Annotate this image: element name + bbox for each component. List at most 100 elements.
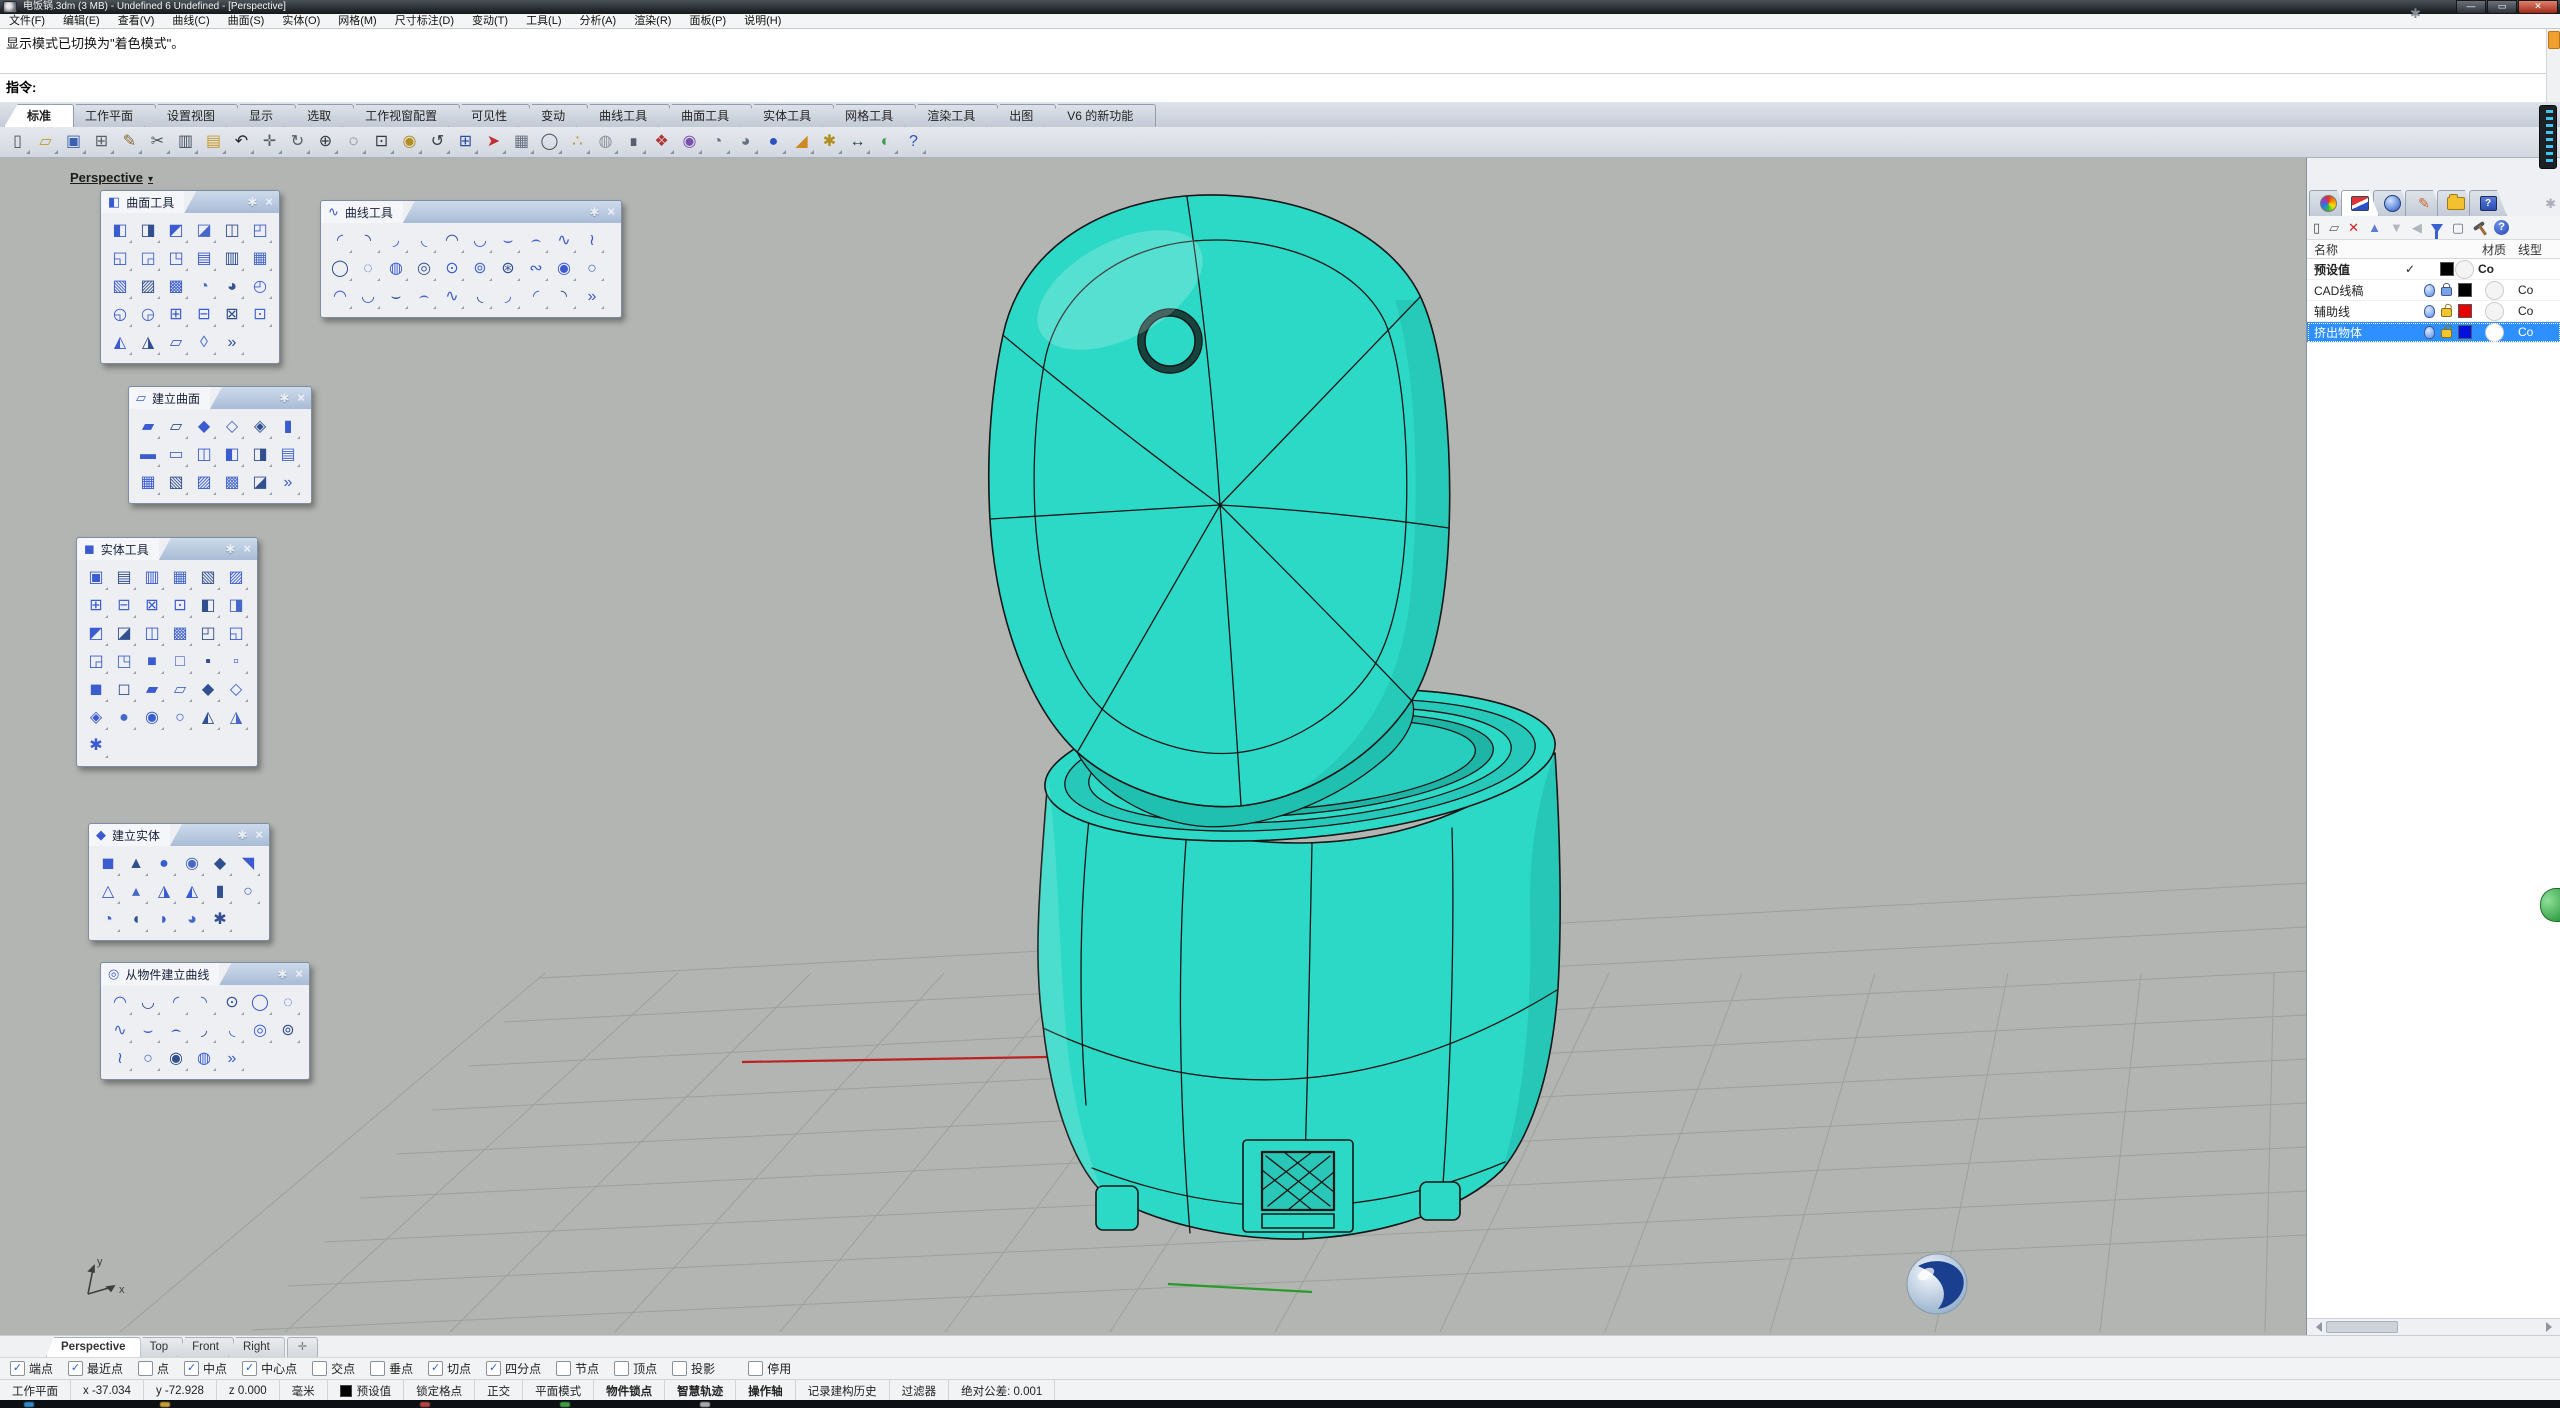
osnap-toggle[interactable]: 点 (138, 1360, 169, 1377)
palette-gear-icon[interactable]: ✱ (279, 391, 289, 405)
curve-tool-button[interactable]: ○ (578, 255, 606, 283)
layer-material-circle[interactable] (2485, 302, 2504, 321)
lock-objects-icon[interactable]: ∎ (620, 129, 647, 155)
curve-tool-button[interactable]: ◞ (494, 283, 522, 311)
rice-cooker-model[interactable] (989, 195, 1562, 1239)
build-surface-tool-button[interactable]: ▩ (218, 469, 246, 497)
build-solid-tool-button[interactable]: ▲ (122, 850, 150, 878)
surface-tool-button[interactable]: ◫ (218, 217, 246, 245)
curve-tool-button[interactable]: ◎ (410, 255, 438, 283)
dimension-icon[interactable]: ↔ (844, 129, 871, 155)
solid-tool-button[interactable]: ◼ (82, 676, 110, 704)
render-earth-icon[interactable]: ◐ (872, 129, 899, 155)
solid-tool-button[interactable]: ◲ (82, 648, 110, 676)
menu-item[interactable]: 工具(L) (517, 14, 570, 28)
solid-tool-button[interactable]: ▰ (138, 676, 166, 704)
solid-tool-button[interactable]: ◧ (194, 592, 222, 620)
palette-gear-icon[interactable]: ✱ (277, 967, 287, 981)
status-cell[interactable]: 毫米 (280, 1380, 328, 1401)
status-cell[interactable]: 平面模式 (523, 1380, 594, 1401)
build-solid-tool-button[interactable]: ◉ (178, 850, 206, 878)
build-solid-tool-button[interactable]: ▮ (206, 878, 234, 906)
menu-item[interactable]: 实体(O) (273, 14, 329, 28)
checkbox-icon[interactable] (428, 1361, 443, 1376)
layer-row[interactable]: CAD线稿 ✓ Co (2307, 280, 2560, 301)
build-solid-tool-button[interactable]: ▴ (122, 878, 150, 906)
solid-tool-button[interactable]: ▱ (166, 676, 194, 704)
solid-tool-button[interactable]: ◮ (222, 704, 250, 732)
osnap-toggle[interactable]: 交点 (312, 1360, 355, 1377)
curve-tool-button[interactable]: ⌢ (522, 227, 550, 255)
menu-item[interactable]: 网格(M) (329, 14, 386, 28)
help-icon[interactable]: ? (900, 129, 927, 155)
surface-tool-button[interactable]: ◲ (134, 245, 162, 273)
solid-tool-button[interactable]: ◇ (222, 676, 250, 704)
curve-tool-button[interactable]: ◝ (354, 227, 382, 255)
curve-tool-button[interactable]: ◝ (550, 283, 578, 311)
solid-tool-button[interactable]: ⊠ (138, 592, 166, 620)
osnap-toggle[interactable]: 最近点 (68, 1360, 123, 1377)
status-cell[interactable]: 工作平面 (0, 1380, 71, 1401)
layer-row[interactable]: 辅助线 ✓ Co (2307, 301, 2560, 322)
solid-tool-button[interactable]: ◫ (138, 620, 166, 648)
status-cell[interactable]: 智慧轨迹 (665, 1380, 736, 1401)
surface-tool-button[interactable]: ◧ (106, 217, 134, 245)
osnap-toggle[interactable]: 端点 (10, 1360, 53, 1377)
status-cell[interactable]: 记录建构历史 (796, 1380, 890, 1401)
command-prompt[interactable]: 指令: (0, 74, 2560, 103)
curve-tool-button[interactable]: ⊚ (466, 255, 494, 283)
menu-item[interactable]: 曲面(S) (219, 14, 274, 28)
layer-row[interactable]: 预设值 ✓ Co (2307, 259, 2560, 280)
surface-tool-button[interactable]: ▥ (218, 245, 246, 273)
curve-tool-button[interactable]: ⌣ (494, 227, 522, 255)
build-solid-tool-button[interactable]: ● (150, 850, 178, 878)
status-cell[interactable]: 正交 (475, 1380, 523, 1401)
build-surface-tool-button[interactable]: ◧ (218, 441, 246, 469)
viewport-tab[interactable]: Right (228, 1337, 285, 1357)
osnap-toggle[interactable]: 中点 (184, 1360, 227, 1377)
build-solid-tool-button[interactable]: ◼ (94, 850, 122, 878)
curve-tool-button[interactable]: ◍ (382, 255, 410, 283)
scroll-left-arrow-icon[interactable] (2311, 1322, 2322, 1332)
curves-from-objects-tool-button[interactable]: ⊙ (218, 989, 246, 1017)
solid-tool-button[interactable]: ⊡ (166, 592, 194, 620)
surface-tool-button[interactable]: ▤ (190, 245, 218, 273)
build-solid-tool-button[interactable]: △ (94, 878, 122, 906)
panel-help-icon[interactable] (2494, 220, 2509, 235)
ribbon-tab[interactable]: 工作平面 (62, 104, 156, 127)
shaded-view-icon[interactable]: ◕ (732, 129, 759, 155)
curve-tool-button[interactable]: ◡ (354, 283, 382, 311)
ribbon-tab[interactable]: 实体工具 (740, 104, 834, 127)
curves-from-objects-tool-button[interactable]: ⌢ (162, 1017, 190, 1045)
copy-layer-icon[interactable]: ▱ (2329, 218, 2339, 238)
spotlight-icon[interactable]: ◢ (788, 129, 815, 155)
solid-tool-button[interactable]: □ (166, 648, 194, 676)
move-up-icon[interactable]: ▲ (2368, 218, 2381, 238)
layer-color-swatch[interactable] (2458, 325, 2472, 339)
layer-visibility-bulb-icon[interactable] (2424, 326, 2435, 339)
curve-tool-button[interactable]: ⌢ (410, 283, 438, 311)
surface-tool-button[interactable]: ◪ (190, 217, 218, 245)
surface-tool-button[interactable]: ▦ (246, 245, 274, 273)
surface-tool-button[interactable]: ◰ (246, 217, 274, 245)
build-surface-tool-button[interactable]: ◇ (218, 413, 246, 441)
maximize-button[interactable]: ▭ (2487, 0, 2517, 14)
layer-lock-icon[interactable] (2441, 287, 2452, 296)
point-objects-icon[interactable]: ∴ (564, 129, 591, 155)
options-gears-icon[interactable]: ✱ (816, 129, 843, 155)
build-solid-tool-button[interactable]: ◕ (178, 906, 206, 934)
palette-close-icon[interactable]: × (295, 968, 303, 980)
curve-tool-button[interactable]: ⊙ (438, 255, 466, 283)
undo-icon[interactable]: ↶ (228, 129, 255, 155)
viewport-layout-icon[interactable]: ⊞ (452, 129, 479, 155)
status-cell[interactable]: x -37.034 (71, 1380, 144, 1401)
minimize-button[interactable]: — (2456, 0, 2486, 14)
surface-tool-button[interactable]: ▨ (134, 273, 162, 301)
layer-material-circle[interactable] (2485, 323, 2504, 342)
checkbox-icon[interactable] (486, 1361, 501, 1376)
zoom-extents-icon[interactable]: ⊡ (368, 129, 395, 155)
curve-tool-button[interactable]: ◯ (326, 255, 354, 283)
checkbox-icon[interactable] (10, 1361, 25, 1376)
ribbon-tab[interactable]: 工作视窗配置 (342, 104, 460, 127)
close-button[interactable]: ✕ (2518, 0, 2558, 14)
